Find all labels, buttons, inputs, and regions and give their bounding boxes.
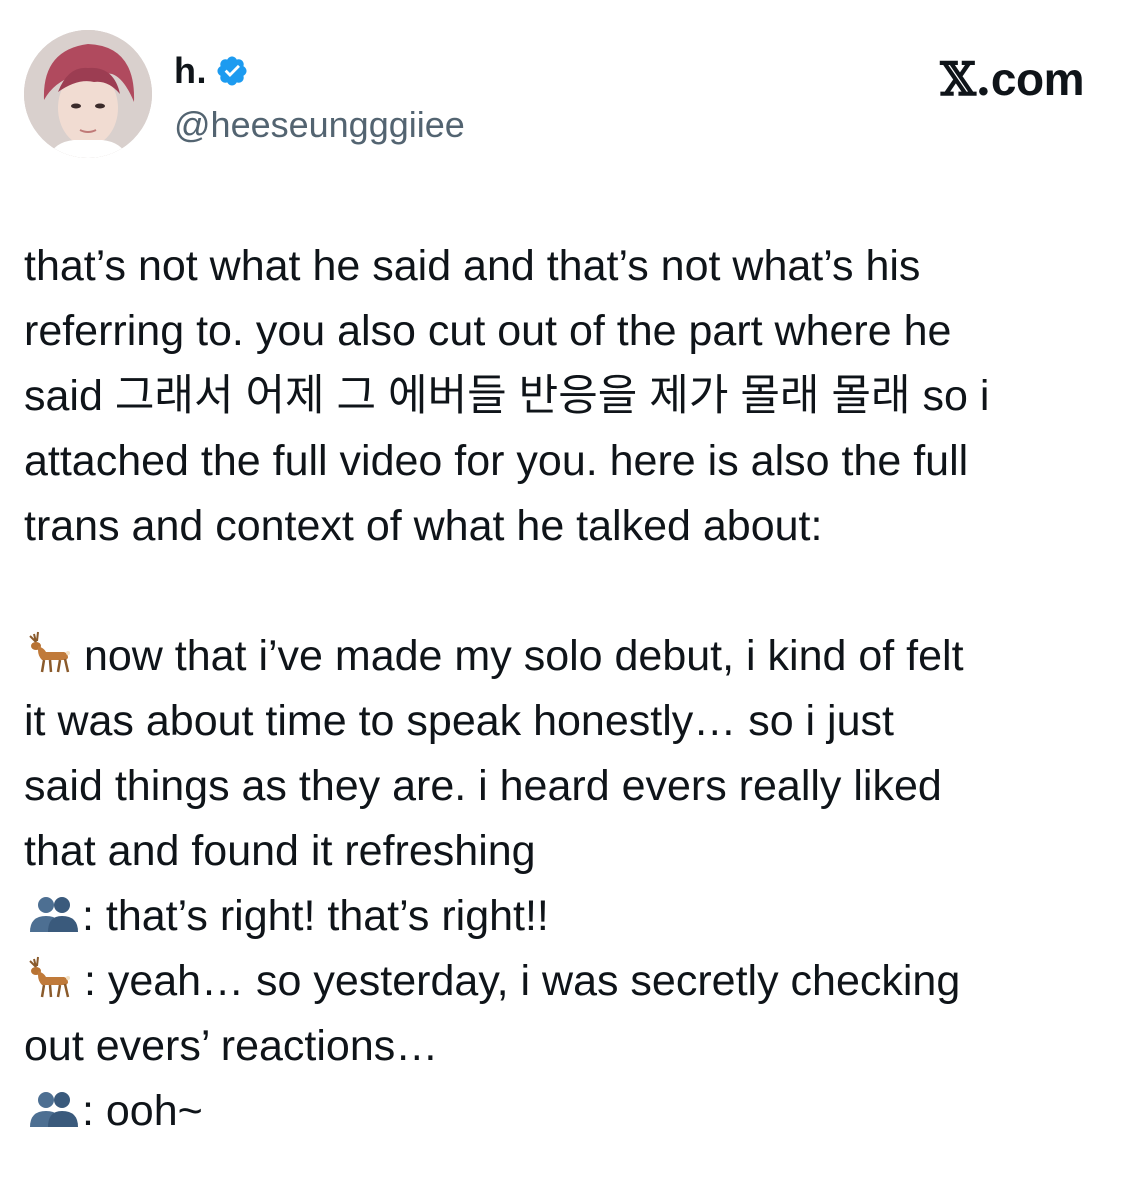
tweet-line: said things as they are. i heard evers r… bbox=[24, 762, 942, 810]
tweet-line: : yeah… so yesterday, i was secretly che… bbox=[24, 949, 1114, 1014]
tweet-line: out evers’ reactions… bbox=[24, 1022, 439, 1070]
tweet-line: said 그래서 어제 그 에버들 반응을 제가 몰래 몰래 so i bbox=[24, 372, 990, 420]
tweet-line: referring to. you also cut out of the pa… bbox=[24, 307, 952, 355]
tweet-line: that and found it refreshing bbox=[24, 827, 536, 875]
user-handle[interactable]: @heeseungggiiee bbox=[174, 104, 465, 146]
name-row: h. bbox=[174, 50, 249, 92]
deer-emoji-icon bbox=[29, 956, 70, 998]
tweet-line: attached the full video for you. here is… bbox=[24, 437, 969, 485]
tweet-line: trans and context of what he talked abou… bbox=[24, 502, 823, 550]
brand-text: com bbox=[990, 53, 1085, 105]
tweet-line: : that’s right! that’s right!! bbox=[24, 884, 1114, 949]
tweet-line: it was about time to speak honestly… so … bbox=[24, 697, 894, 745]
deer-emoji-icon bbox=[29, 631, 70, 673]
busts-in-silhouette-emoji-icon bbox=[30, 1092, 78, 1127]
tweet-line: now that i’ve made my solo debut, i kind… bbox=[24, 624, 1114, 689]
x-com-logo: 𝕏.com bbox=[940, 52, 1084, 106]
tweet-line: : ooh~ bbox=[24, 1079, 1114, 1144]
tweet-text: that’s not what he said and that’s not w… bbox=[24, 234, 1114, 1144]
tweet-line-text: now that i’ve made my solo debut, i kind… bbox=[72, 632, 964, 680]
tweet-line: that’s not what he said and that’s not w… bbox=[24, 242, 921, 290]
tweet-line-text: : yeah… so yesterday, i was secretly che… bbox=[72, 957, 961, 1005]
tweet-line-text: : that’s right! that’s right!! bbox=[82, 892, 549, 940]
busts-in-silhouette-emoji-icon bbox=[30, 897, 78, 932]
display-name[interactable]: h. bbox=[174, 50, 207, 92]
tweet-line-text: : ooh~ bbox=[82, 1087, 203, 1135]
avatar[interactable] bbox=[24, 30, 152, 158]
x-logo-icon: 𝕏. bbox=[940, 52, 991, 106]
tweet-header: h. @heeseungggiiee 𝕏.com bbox=[24, 30, 1104, 170]
verified-badge-icon bbox=[217, 56, 247, 86]
